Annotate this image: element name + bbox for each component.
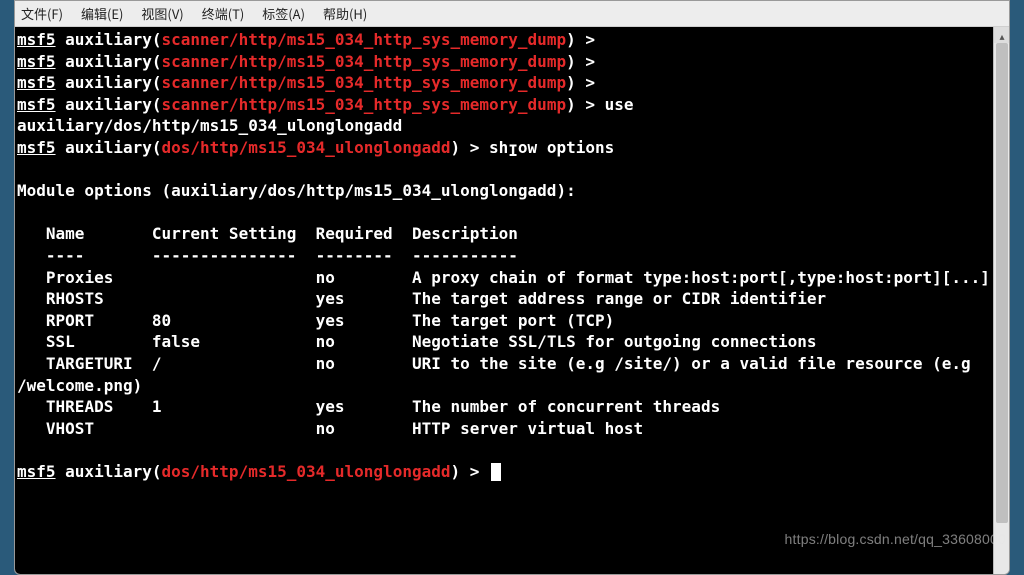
options-table-divider: ---- --------------- -------- ----------… (17, 246, 518, 265)
module-scanner: scanner/http/ms15_034_http_sys_memory_du… (162, 30, 567, 49)
scrollbar-thumb[interactable] (996, 43, 1008, 523)
prompt-msf5: msf5 (17, 138, 56, 157)
option-row-threads: THREADS 1 yes The number of concurrent t… (17, 397, 720, 416)
prompt-close-gt: ) > (566, 95, 605, 114)
module-dos: dos/http/ms15_034_ulonglongadd (162, 462, 451, 481)
prompt-msf5: msf5 (17, 462, 56, 481)
cmd-show-options: shIow options (489, 138, 614, 157)
module-options-header: Module options (auxiliary/dos/http/ms15_… (17, 181, 576, 200)
prompt-close-gt: ) > (450, 462, 489, 481)
menu-help[interactable]: 帮助(H) (323, 4, 367, 23)
terminal-cursor (491, 463, 501, 481)
option-row-rhosts: RHOSTS yes The target address range or C… (17, 289, 826, 308)
prompt-msf5: msf5 (17, 95, 56, 114)
prompt-close: ) > (566, 73, 595, 92)
option-row-vhost: VHOST no HTTP server virtual host (17, 419, 643, 438)
prompt-aux: auxiliary( (56, 95, 162, 114)
menu-tabs[interactable]: 标签(A) (262, 4, 305, 23)
prompt-aux: auxiliary( (56, 138, 162, 157)
prompt-close: ) > (566, 30, 595, 49)
prompt-msf5: msf5 (17, 30, 56, 49)
option-row-ssl: SSL false no Negotiate SSL/TLS for outgo… (17, 332, 817, 351)
prompt-msf5: msf5 (17, 73, 56, 92)
menubar: 文件(F) 编辑(E) 视图(V) 终端(T) 标签(A) 帮助(H) (15, 1, 1009, 27)
text-cursor-icon: I (508, 140, 518, 162)
menu-edit[interactable]: 编辑(E) (81, 4, 123, 23)
module-dos: dos/http/ms15_034_ulonglongadd (162, 138, 451, 157)
prompt-aux: auxiliary( (56, 73, 162, 92)
option-row-targeturi: TARGETURI / no URI to the site (e.g /sit… (17, 354, 980, 395)
terminal-window: 文件(F) 编辑(E) 视图(V) 终端(T) 标签(A) 帮助(H) msf5… (14, 0, 1010, 575)
module-scanner: scanner/http/ms15_034_http_sys_memory_du… (162, 95, 567, 114)
menu-file[interactable]: 文件(F) (21, 4, 63, 23)
scroll-up-arrow-icon[interactable]: ▴ (994, 27, 1010, 43)
option-row-proxies: Proxies no A proxy chain of format type:… (17, 268, 990, 287)
prompt-aux: auxiliary( (56, 52, 162, 71)
menu-terminal[interactable]: 终端(T) (202, 4, 245, 23)
scrollbar[interactable]: ▴ (993, 27, 1009, 574)
prompt-aux: auxiliary( (56, 462, 162, 481)
options-table-header: Name Current Setting Required Descriptio… (17, 224, 518, 243)
module-scanner: scanner/http/ms15_034_http_sys_memory_du… (162, 73, 567, 92)
terminal-output[interactable]: msf5 auxiliary(scanner/http/ms15_034_htt… (15, 27, 993, 574)
prompt-close: ) > (566, 52, 595, 71)
module-scanner: scanner/http/ms15_034_http_sys_memory_du… (162, 52, 567, 71)
menu-view[interactable]: 视图(V) (141, 4, 183, 23)
option-row-rport: RPORT 80 yes The target port (TCP) (17, 311, 614, 330)
prompt-msf5: msf5 (17, 52, 56, 71)
prompt-close-gt: ) > (450, 138, 489, 157)
prompt-aux: auxiliary( (56, 30, 162, 49)
